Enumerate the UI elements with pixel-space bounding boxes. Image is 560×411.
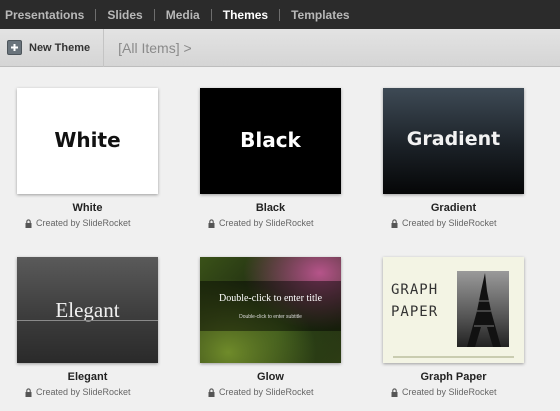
theme-creator: Created by SlideRocket — [25, 387, 131, 397]
theme-thumbnail[interactable]: Gradient — [383, 88, 524, 194]
lock-icon — [208, 218, 215, 228]
theme-name: Glow — [257, 371, 284, 383]
creator-label: Created by SlideRocket — [402, 218, 497, 228]
creator-label: Created by SlideRocket — [36, 387, 131, 397]
thumbnail-title: GRAPH PAPER — [391, 282, 439, 320]
theme-name: Black — [255, 202, 286, 214]
nav-templates[interactable]: Templates — [280, 8, 360, 22]
theme-thumbnail[interactable]: White — [17, 88, 158, 194]
lock-icon — [25, 387, 32, 397]
creator-label: Created by SlideRocket — [219, 218, 314, 228]
nav-presentations[interactable]: Presentations — [5, 8, 95, 22]
theme-name: Graph Paper — [420, 371, 487, 383]
theme-thumbnail[interactable]: Double-click to enter title Double-click… — [200, 257, 341, 363]
new-theme-label: New Theme — [29, 41, 91, 54]
theme-thumbnail[interactable]: GRAPH PAPER — [383, 257, 524, 363]
top-nav: Presentations Slides Media Themes Templa… — [0, 0, 560, 29]
theme-thumbnail[interactable]: Elegant — [17, 257, 158, 363]
new-theme-button[interactable]: New Theme — [0, 28, 105, 67]
theme-creator: Created by SlideRocket — [25, 218, 131, 228]
thumbnail-title: Double-click to enter title — [218, 293, 323, 304]
theme-creator: Created by SlideRocket — [391, 387, 497, 397]
creator-label: Created by SlideRocket — [402, 387, 497, 397]
nav-themes[interactable]: Themes — [212, 8, 279, 22]
lock-icon — [25, 218, 32, 228]
lock-icon — [208, 387, 215, 397]
thumbnail-title: Gradient — [406, 128, 501, 150]
theme-creator: Created by SlideRocket — [208, 218, 314, 228]
toolbar: New Theme [All Items] > — [0, 28, 560, 67]
breadcrumb[interactable]: [All Items] > — [118, 40, 192, 56]
theme-name: White — [72, 202, 103, 214]
thumbnail-title: White — [54, 128, 121, 152]
lock-icon — [391, 387, 398, 397]
eiffel-tower-photo — [457, 271, 509, 347]
thumbnail-rule — [17, 320, 158, 321]
theme-name: Gradient — [430, 202, 477, 214]
theme-thumbnail[interactable]: Black — [200, 88, 341, 194]
thumbnail-title: Black — [240, 128, 301, 152]
theme-creator: Created by SlideRocket — [391, 218, 497, 228]
eiffel-tower-icon — [467, 273, 501, 347]
plus-icon — [7, 40, 22, 55]
theme-name: Elegant — [67, 371, 108, 383]
thumbnail-band — [200, 281, 341, 331]
thumbnail-rule — [393, 356, 514, 358]
creator-label: Created by SlideRocket — [36, 218, 131, 228]
nav-media[interactable]: Media — [155, 8, 211, 22]
theme-creator: Created by SlideRocket — [208, 387, 314, 397]
nav-slides[interactable]: Slides — [96, 8, 153, 22]
lock-icon — [391, 218, 398, 228]
thumbnail-subtitle: Double-click to enter subtitle — [239, 314, 302, 320]
creator-label: Created by SlideRocket — [219, 387, 314, 397]
